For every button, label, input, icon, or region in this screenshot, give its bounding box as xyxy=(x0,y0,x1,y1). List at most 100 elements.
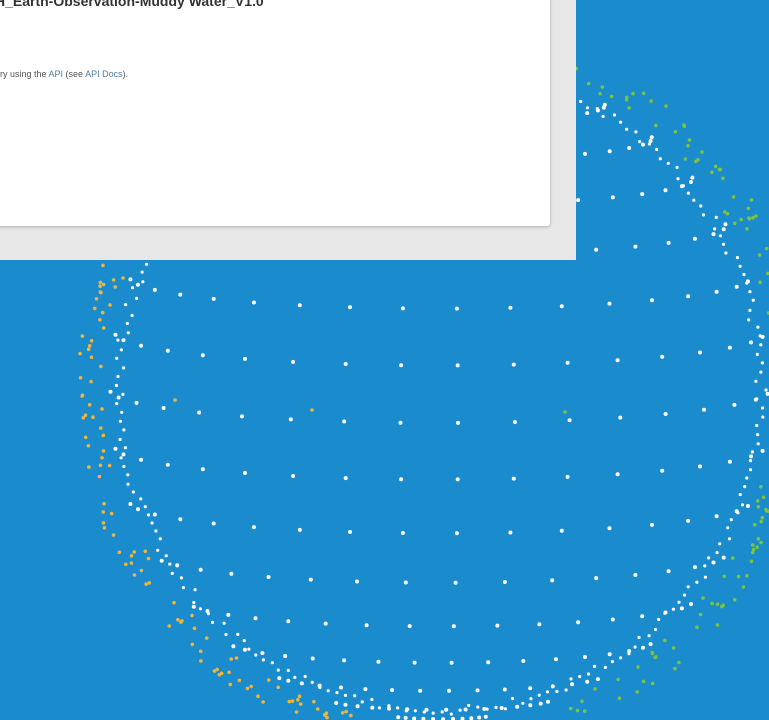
map-dot xyxy=(404,709,408,713)
map-dot xyxy=(227,670,231,675)
map-dot xyxy=(654,627,658,632)
map-dot xyxy=(101,433,106,438)
map-dot xyxy=(641,645,645,650)
map-dot xyxy=(242,639,246,643)
api-link[interactable]: API xyxy=(49,69,64,79)
map-dot xyxy=(93,306,97,311)
map-dot xyxy=(377,706,381,710)
map-dot xyxy=(297,303,302,308)
map-dot xyxy=(247,647,251,651)
map-dot xyxy=(152,512,157,517)
map-dot xyxy=(641,679,646,684)
map-dot xyxy=(228,682,233,687)
map-dot xyxy=(477,715,482,720)
map-dot xyxy=(128,502,133,506)
map-dot xyxy=(736,574,741,579)
map-dot xyxy=(91,415,95,420)
map-dot xyxy=(120,410,124,414)
map-dot xyxy=(310,680,314,685)
map-dot xyxy=(616,677,620,682)
api-docs-link[interactable]: API Docs xyxy=(85,69,123,79)
map-dot xyxy=(364,623,369,628)
map-dot xyxy=(528,686,533,691)
map-dot xyxy=(743,485,747,489)
map-dot xyxy=(139,497,143,501)
map-dot xyxy=(695,580,699,584)
map-dot xyxy=(290,699,295,703)
map-dot xyxy=(303,674,307,679)
map-dot xyxy=(144,582,148,586)
map-dot xyxy=(559,304,564,309)
map-dot xyxy=(192,600,196,605)
map-dot xyxy=(342,658,347,663)
map-dot xyxy=(732,402,737,407)
map-dot xyxy=(660,468,665,473)
map-dot xyxy=(343,693,348,698)
map-dot xyxy=(476,705,480,709)
map-dot xyxy=(686,191,690,195)
map-dot xyxy=(454,531,459,536)
map-dot xyxy=(101,510,106,514)
map-dot xyxy=(696,157,700,162)
map-dot xyxy=(755,397,759,401)
map-dot xyxy=(682,123,686,127)
map-dot xyxy=(635,690,639,694)
map-dot xyxy=(564,688,568,692)
map-dot xyxy=(204,636,209,640)
map-dot xyxy=(761,415,765,419)
map-dot xyxy=(714,289,719,294)
map-dot xyxy=(111,278,116,282)
map-dot xyxy=(512,420,517,425)
map-dot xyxy=(715,623,720,627)
map-dot xyxy=(521,659,526,663)
map-dot xyxy=(287,699,292,704)
map-dot xyxy=(701,596,705,600)
map-dot xyxy=(123,446,127,450)
map-dot xyxy=(714,514,719,519)
map-dot xyxy=(718,542,722,546)
map-dot xyxy=(636,665,640,669)
map-dot xyxy=(237,678,242,683)
map-dot xyxy=(760,515,765,520)
map-dot xyxy=(760,448,765,453)
map-dot xyxy=(745,227,749,231)
map-dot xyxy=(615,358,620,363)
map-dot xyxy=(673,130,678,134)
map-dot xyxy=(130,286,135,290)
map-dot xyxy=(261,658,265,662)
map-dot xyxy=(451,624,456,629)
map-dot xyxy=(583,151,587,156)
map-dot xyxy=(122,428,126,432)
map-dot xyxy=(756,433,760,437)
map-dot xyxy=(692,198,696,202)
map-dot xyxy=(376,659,381,664)
map-dot xyxy=(677,600,681,604)
map-dot xyxy=(179,620,183,624)
map-dot xyxy=(87,465,91,469)
map-dot xyxy=(550,578,555,583)
map-dot xyxy=(165,462,170,467)
map-dot xyxy=(431,711,435,715)
map-dot xyxy=(751,215,755,220)
map-dot xyxy=(399,477,404,482)
map-dot xyxy=(355,579,359,584)
map-dot xyxy=(136,282,140,287)
map-dot xyxy=(758,334,762,338)
map-dot xyxy=(749,559,754,564)
dataset-card xyxy=(0,0,550,226)
map-dot xyxy=(731,556,735,560)
map-dot xyxy=(739,217,743,222)
map-dot xyxy=(565,360,570,365)
map-dot xyxy=(732,598,737,602)
map-dot xyxy=(511,362,516,367)
map-dot xyxy=(122,464,126,469)
map-dot xyxy=(267,678,271,682)
map-dot xyxy=(294,710,299,714)
map-dot xyxy=(224,632,228,637)
map-dot xyxy=(718,167,722,172)
map-dot xyxy=(657,617,661,622)
map-dot xyxy=(161,406,166,410)
map-dot xyxy=(198,567,203,572)
map-dot xyxy=(276,685,281,690)
map-dot xyxy=(136,507,140,512)
